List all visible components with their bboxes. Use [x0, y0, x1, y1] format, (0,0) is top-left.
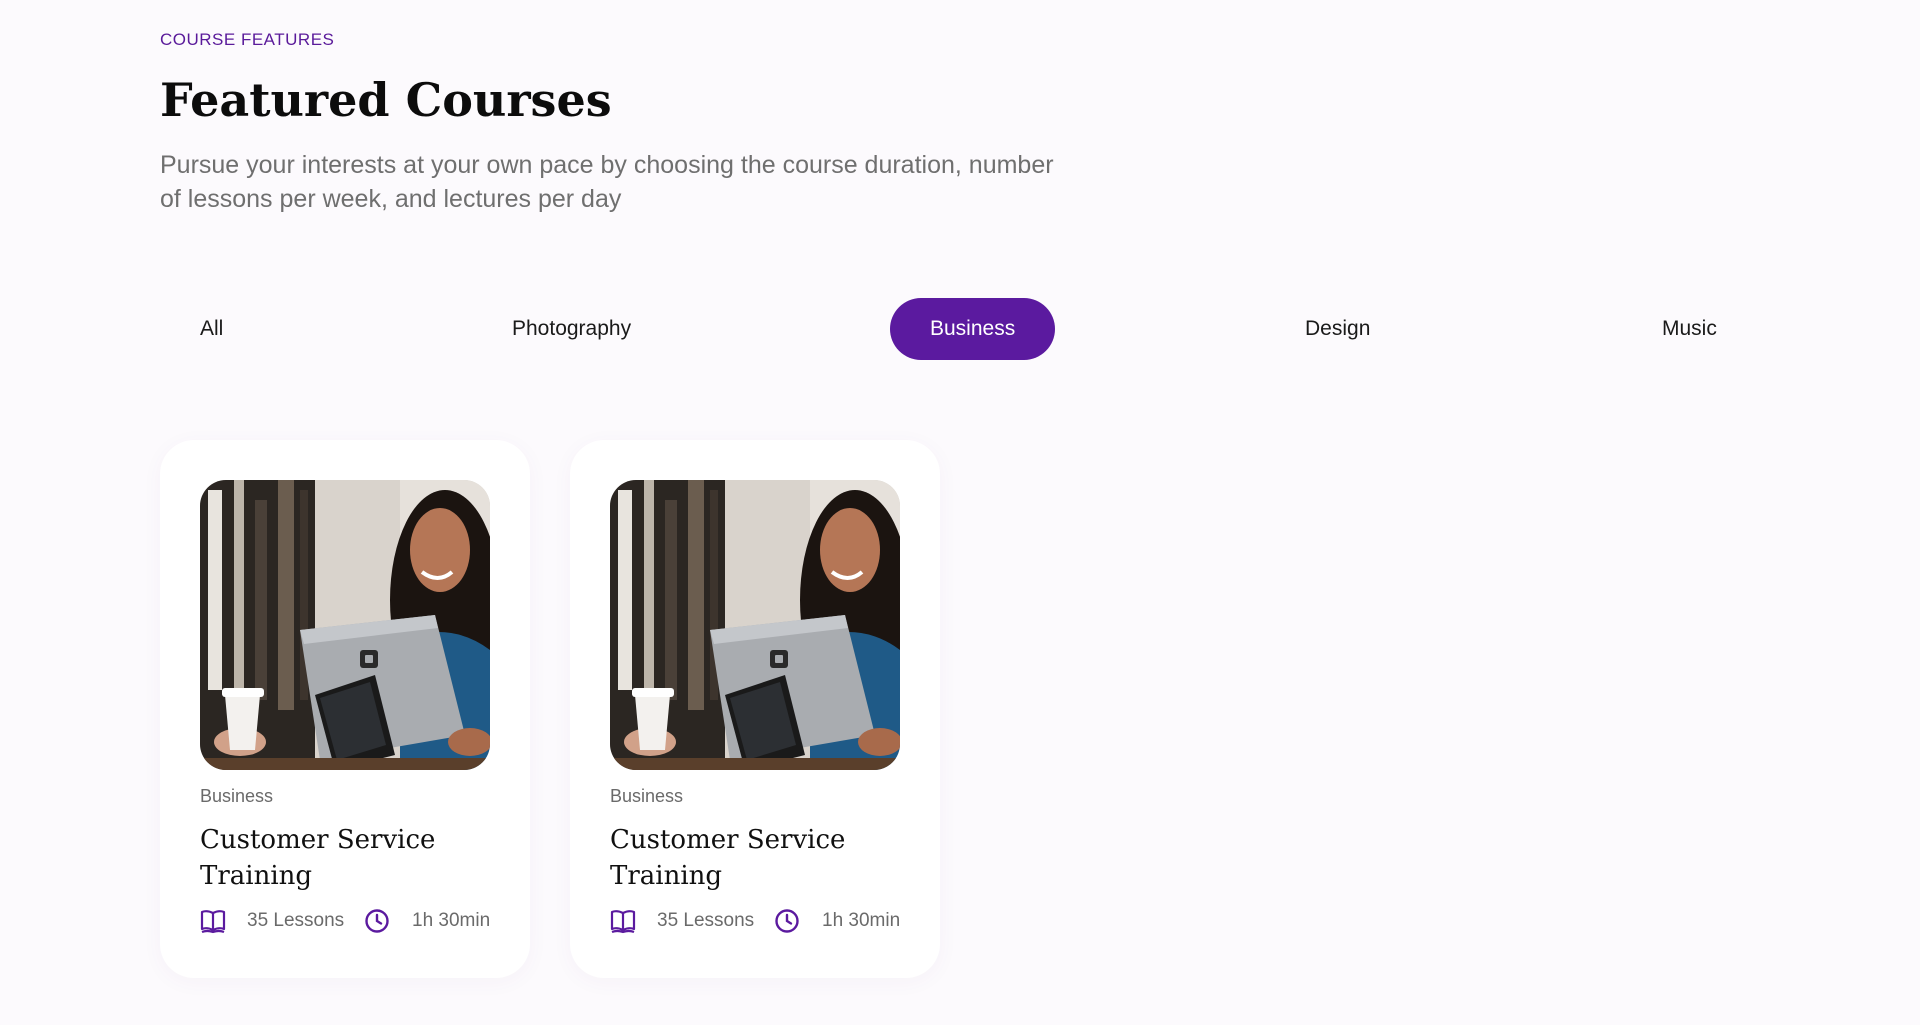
course-category: Business: [200, 786, 274, 806]
tab-design[interactable]: Design: [1305, 298, 1370, 360]
course-meta: 35 Lessons 1h 30min: [200, 906, 500, 936]
tab-business[interactable]: Business: [890, 298, 1056, 360]
lessons-count: 35 Lessons: [247, 910, 345, 931]
book-icon: [200, 908, 226, 934]
tab-photography[interactable]: Photography: [512, 298, 631, 360]
category-tabs: All Photography Business Design Music: [160, 298, 1760, 360]
section-eyebrow: COURSE FEATURES: [160, 30, 335, 49]
course-duration: 1h 30min: [412, 910, 491, 931]
clock-icon: [774, 908, 800, 934]
section-subtitle: Pursue your interests at your own pace b…: [160, 151, 1054, 213]
book-icon: [610, 908, 636, 934]
course-title[interactable]: Customer Service Training: [610, 822, 910, 894]
course-category: Business: [610, 786, 684, 806]
woman-with-laptop-photo[interactable]: [610, 480, 900, 770]
course-title[interactable]: Customer Service Training: [200, 822, 500, 894]
course-card[interactable]: Business Customer Service Training 35 Le…: [570, 440, 940, 978]
woman-with-laptop-photo[interactable]: [200, 480, 490, 770]
page-title: Featured Courses: [160, 73, 612, 127]
course-card[interactable]: Business Customer Service Training 35 Le…: [160, 440, 530, 978]
lessons-count: 35 Lessons: [657, 910, 755, 931]
course-duration: 1h 30min: [822, 910, 901, 931]
tab-music[interactable]: Music: [1662, 298, 1717, 360]
course-meta: 35 Lessons 1h 30min: [610, 906, 910, 936]
tab-all[interactable]: All: [200, 298, 223, 360]
clock-icon: [364, 908, 390, 934]
